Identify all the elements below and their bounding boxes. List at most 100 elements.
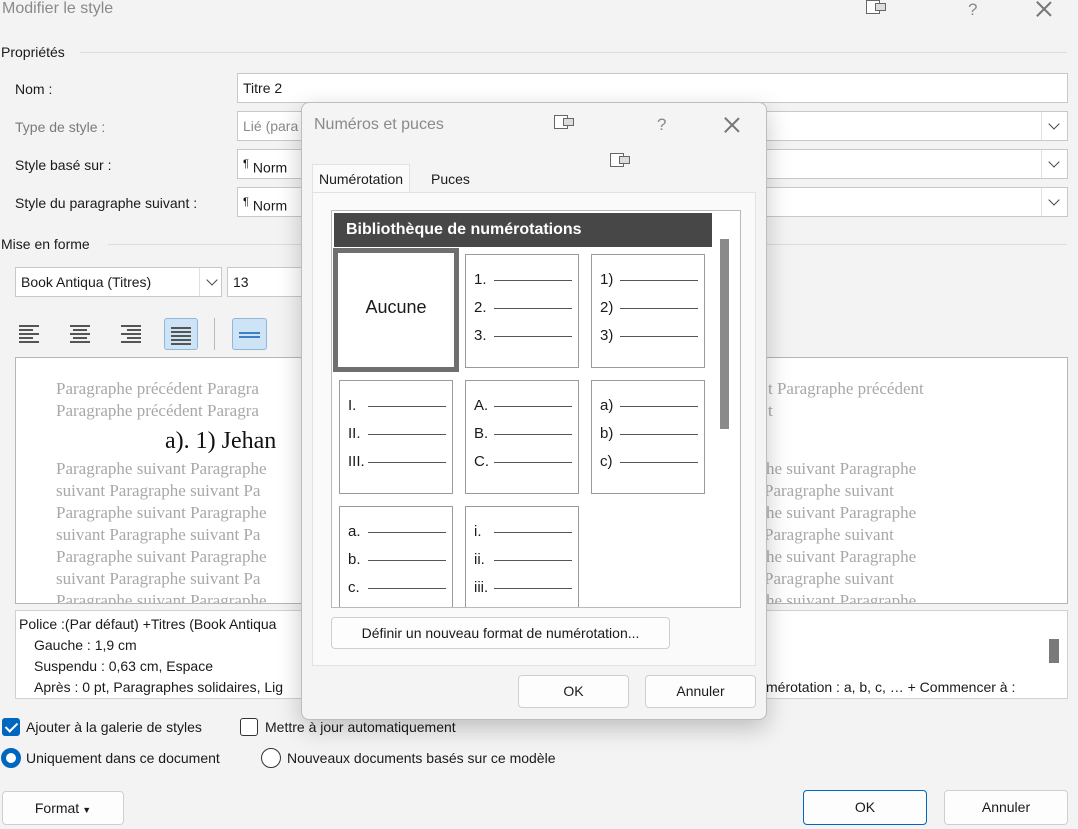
formatting-section-label: Mise en forme: [1, 236, 90, 252]
auto-update-label: Mettre à jour automatiquement: [265, 719, 456, 735]
name-label: Nom :: [15, 81, 53, 97]
preview-next-right-5: he suivant Paragraphe: [766, 547, 917, 566]
name-field[interactable]: Titre 2: [237, 73, 1068, 103]
add-to-gallery-label: Ajouter à la galerie de styles: [26, 719, 202, 735]
help-button[interactable]: ?: [968, 0, 977, 20]
cell-number: B.: [474, 425, 489, 442]
ok-button[interactable]: OK: [803, 790, 927, 825]
preview-next-right-2: Paragraphe suivant: [764, 481, 894, 500]
numbering-option-upper-alpha[interactable]: A. B. C.: [465, 380, 579, 494]
numbering-cancel-button[interactable]: Annuler: [645, 675, 756, 708]
define-numbering-format-button[interactable]: Définir un nouveau format de numérotatio…: [331, 617, 670, 649]
properties-separator: [80, 52, 1067, 53]
description-line-2: Gauche : 1,9 cm: [34, 637, 137, 653]
numbering-ok-button[interactable]: OK: [518, 675, 629, 708]
font-value: Book Antiqua (Titres): [21, 274, 152, 290]
font-size-value: 13: [233, 274, 249, 290]
preview-next-left-6: suivant Paragraphe suivant Pa: [56, 569, 261, 588]
chevron-down-icon[interactable]: [199, 268, 221, 296]
preview-prev-left-1: Paragraphe précédent Paragra: [56, 379, 259, 398]
tab-bullets[interactable]: Puces: [425, 167, 476, 191]
numbering-library: Bibliothèque de numérotations Aucune 1. …: [331, 210, 741, 608]
preview-next-left-7: Paragraphe suivant Paragraphe: [56, 591, 267, 604]
preview-heading: a). 1) Jehan: [165, 428, 277, 454]
new-documents-radio[interactable]: [261, 748, 281, 768]
preview-next-right-4: Paragraphe suivant: [764, 525, 894, 544]
description-line-4: Après : 0 pt, Paragraphes solidaires, Li…: [34, 679, 284, 695]
numbering-help-button[interactable]: ?: [657, 115, 666, 135]
cell-number: b): [600, 425, 614, 442]
add-to-gallery-checkbox[interactable]: [2, 718, 20, 736]
numbering-option-lower-alpha-dot[interactable]: a. b. c.: [339, 506, 453, 607]
numbering-option-decimal-dot[interactable]: 1. 2. 3.: [465, 254, 579, 368]
font-size-select[interactable]: 13: [227, 267, 307, 297]
numbering-option-lower-roman[interactable]: i. ii. iii.: [465, 506, 579, 607]
new-documents-label: Nouveaux documents basés sur ce modèle: [287, 750, 556, 766]
only-this-document-radio[interactable]: [1, 748, 21, 768]
cell-number: III.: [348, 453, 365, 470]
numbering-dialog-title: Numéros et puces: [314, 116, 444, 133]
cell-number: 2): [600, 299, 614, 316]
cell-number: 2.: [474, 299, 487, 316]
style-type-label: Type de style :: [15, 119, 106, 135]
preview-prev-left-2: Paragraphe précédent Paragra: [56, 401, 259, 420]
cell-number: 3.: [474, 327, 487, 344]
style-type-value: Lié (para: [243, 118, 299, 134]
auto-update-checkbox[interactable]: [240, 718, 258, 736]
chevron-down-icon[interactable]: [1041, 112, 1067, 140]
close-icon[interactable]: [1036, 1, 1052, 17]
align-left-icon[interactable]: [15, 318, 45, 348]
numbering-option-lower-alpha-paren[interactable]: a) b) c): [591, 380, 705, 494]
numbering-option-none[interactable]: Aucune: [333, 248, 459, 372]
cell-number: ii.: [474, 551, 485, 568]
description-scrollbar[interactable]: [1049, 639, 1059, 663]
cell-number: c.: [348, 579, 360, 596]
window-title: Modifier le style: [2, 0, 114, 17]
cell-number: a): [600, 397, 614, 414]
format-label: Format: [34, 800, 80, 816]
properties-section-label: Propriétés: [1, 44, 65, 60]
preview-prev-right-2: t: [768, 401, 773, 420]
single-spacing-icon[interactable]: [232, 318, 267, 350]
preview-next-left-5: Paragraphe suivant Paragraphe: [56, 547, 267, 566]
chevron-down-icon[interactable]: [1041, 188, 1067, 216]
align-right-icon[interactable]: [115, 318, 145, 348]
numbering-close-icon[interactable]: [724, 117, 740, 133]
cell-number: i.: [474, 523, 482, 540]
description-line-1: Police :(Par défaut) +Titres (Book Antiq…: [19, 616, 277, 632]
based-on-value: Norm: [252, 159, 288, 176]
preview-next-left-3: Paragraphe suivant Paragraphe: [56, 503, 267, 522]
preview-next-right-3: he suivant Paragraphe: [766, 503, 917, 522]
based-on-label: Style basé sur :: [15, 157, 112, 173]
preview-next-right-7: he suivant Paragraphe: [766, 591, 917, 604]
font-select[interactable]: Book Antiqua (Titres): [15, 267, 222, 297]
justify-icon[interactable]: [164, 318, 198, 350]
tab-numbering[interactable]: Numérotation: [312, 164, 411, 193]
none-label: Aucune: [365, 297, 427, 317]
cell-number: 1): [600, 271, 614, 288]
numbering-panel: Bibliothèque de numérotations Aucune 1. …: [312, 192, 756, 666]
chevron-down-icon[interactable]: [1041, 150, 1067, 178]
restore-icon[interactable]: [610, 153, 632, 167]
cell-number: 3): [600, 327, 614, 344]
gallery-scrollbar[interactable]: [720, 239, 729, 429]
next-style-value: Norm: [252, 197, 288, 214]
align-center-icon[interactable]: [65, 318, 95, 348]
preview-next-left-1: Paragraphe suivant Paragraphe: [56, 459, 267, 478]
cell-number: b.: [348, 551, 361, 568]
cell-number: II.: [348, 425, 361, 442]
restore-icon[interactable]: [866, 0, 888, 14]
cancel-button[interactable]: Annuler: [944, 790, 1068, 825]
format-button[interactable]: Format ▼: [2, 791, 124, 825]
preview-next-right-1: he suivant Paragraphe: [766, 459, 917, 478]
cell-number: iii.: [474, 579, 489, 596]
pilcrow-icon: ¶: [243, 158, 249, 170]
numbering-option-upper-roman[interactable]: I. II. III.: [339, 380, 453, 494]
restore-icon[interactable]: [554, 115, 576, 129]
cell-number: c): [600, 453, 613, 470]
preview-next-right-6: Paragraphe suivant: [764, 569, 894, 588]
only-this-document-label: Uniquement dans ce document: [26, 750, 220, 766]
caret-down-icon: ▼: [82, 805, 92, 815]
preview-next-left-2: suivant Paragraphe suivant Pa: [56, 481, 261, 500]
numbering-option-decimal-paren[interactable]: 1) 2) 3): [591, 254, 705, 368]
